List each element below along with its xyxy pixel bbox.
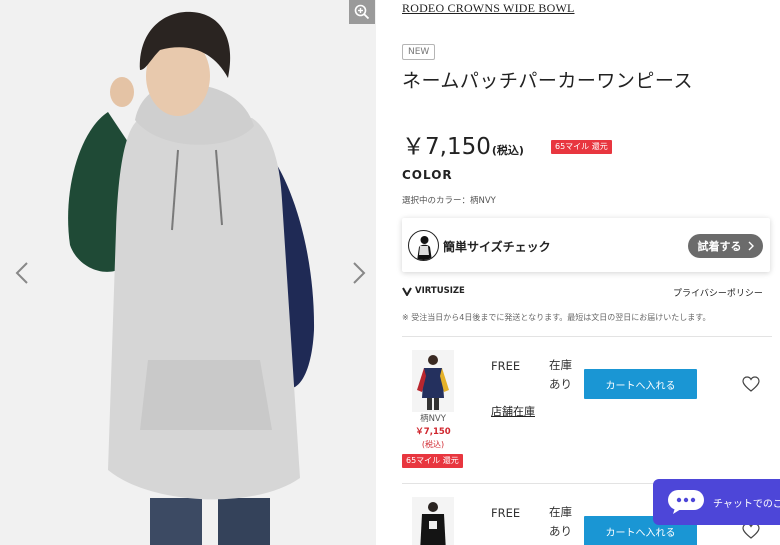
try-on-label: 試着する <box>697 240 742 253</box>
variant-thumbnail[interactable] <box>412 350 454 412</box>
variant-size: FREE <box>491 506 521 520</box>
virtusize-logo: VIRTUSIZE <box>402 286 465 296</box>
variant-price: ￥7,150 <box>415 427 451 437</box>
virtusize-label: VIRTUSIZE <box>415 286 465 296</box>
zoom-button[interactable] <box>349 0 375 24</box>
selected-color-label: 選択中のカラー：柄NVY <box>402 196 496 206</box>
product-photo <box>0 0 376 545</box>
product-price: ￥7,150(税込) <box>402 127 524 161</box>
size-check-label: 簡単サイズチェック <box>443 240 551 254</box>
store-stock-link[interactable]: 店舗在庫 <box>491 403 535 419</box>
variant-mile-badge: 65マイル 還元 <box>402 454 463 468</box>
gallery-next-button[interactable] <box>347 258 371 288</box>
zoom-in-icon <box>354 4 370 20</box>
new-badge: NEW <box>402 44 436 60</box>
product-info-panel: RODEO CROWNS WIDE BOWL NEW ネームパッチパーカーワンピ… <box>376 0 780 545</box>
mile-badge: 65マイル 還元 <box>551 140 612 154</box>
try-on-button[interactable]: 試着する <box>688 234 763 258</box>
favorite-heart-icon[interactable] <box>742 376 760 392</box>
chat-label: チャットでのご <box>713 498 780 510</box>
gallery-prev-button[interactable] <box>10 258 34 288</box>
color-heading: COLOR <box>402 168 453 182</box>
price-tax-label: (税込) <box>491 144 524 157</box>
variant-stock-status: 在庫 あり <box>549 503 572 541</box>
stock-line-1: 在庫 <box>549 505 572 519</box>
favorite-heart-icon[interactable] <box>742 523 760 539</box>
product-image-gallery <box>0 0 376 545</box>
product-title: ネームパッチパーカーワンピース <box>402 70 693 92</box>
variant-row: 柄NVY ￥7,150 (税込) 65マイル 還元 FREE 在庫 あり カート… <box>402 350 780 480</box>
garment-avatar-icon <box>408 230 439 261</box>
privacy-policy-link[interactable]: プライバシーポリシー <box>673 286 763 299</box>
variant-color-name: 柄NVY <box>420 414 446 424</box>
virtusize-v-icon <box>402 287 412 296</box>
stock-line-2: あり <box>549 377 572 391</box>
variant-thumbnail[interactable] <box>412 497 454 545</box>
chevron-left-icon <box>15 262 28 284</box>
shipping-notice: ※ 受注当日から4日後までに発送となります。最短は文日の翌日にお届けいたします。 <box>402 313 711 322</box>
brand-link[interactable]: RODEO CROWNS WIDE BOWL <box>402 1 575 16</box>
price-value: ￥7,150 <box>402 134 491 160</box>
variant-size: FREE <box>491 359 521 373</box>
stock-line-1: 在庫 <box>549 358 572 372</box>
chevron-right-icon <box>748 241 754 251</box>
chat-button[interactable]: チャットでのご <box>653 479 780 525</box>
chevron-right-icon <box>353 262 366 284</box>
size-check-card[interactable]: 簡単サイズチェック 試着する <box>402 218 770 272</box>
stock-line-2: あり <box>549 524 572 538</box>
chat-bubble-icon <box>667 489 705 515</box>
variant-tax-label: (税込) <box>421 440 445 449</box>
add-to-cart-button[interactable]: カートへ入れる <box>584 369 697 399</box>
variant-stock-status: 在庫 あり <box>549 356 572 394</box>
divider <box>402 336 772 337</box>
